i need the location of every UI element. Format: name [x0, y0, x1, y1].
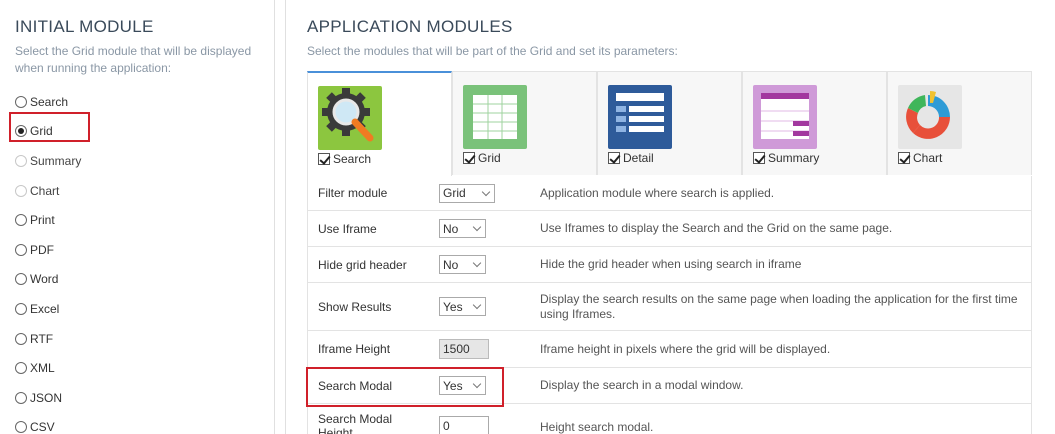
property-description: Display the search results on the same p… — [540, 291, 1018, 321]
application-modules-description: Select the modules that will be part of … — [307, 44, 678, 58]
initial-module-option-excel[interactable]: Excel — [15, 294, 81, 324]
detail-list-icon — [608, 85, 672, 149]
initial-module-option-chart: Chart — [15, 176, 81, 206]
chevron-down-icon — [481, 187, 491, 196]
property-label: Show Results — [318, 299, 392, 314]
radio-label: Search — [30, 94, 69, 109]
radio-label: JSON — [30, 390, 63, 405]
chevron-down-icon — [472, 222, 482, 232]
iframe-height-input[interactable]: 1500 — [439, 339, 489, 359]
radio-label: Summary — [30, 153, 82, 168]
donut-chart-icon — [898, 85, 962, 149]
tab-detail-label[interactable]: Detail — [608, 151, 654, 165]
initial-module-option-csv[interactable]: CSV — [15, 413, 81, 434]
search-module-checkbox[interactable] — [318, 153, 330, 165]
hide-grid-header-select[interactable]: No — [439, 255, 486, 274]
radio-button[interactable] — [15, 421, 27, 434]
detail-module-checkbox[interactable] — [608, 152, 620, 164]
search-modal-height-input[interactable]: 0 — [439, 416, 489, 434]
tab-chart[interactable]: Chart — [887, 71, 1032, 175]
radio-label: XML — [30, 361, 55, 376]
property-description: Iframe height in pixels where the grid w… — [540, 341, 831, 356]
tab-summary-label[interactable]: Summary — [753, 151, 819, 165]
property-row-use-iframe: Use Iframe No Use Iframes to display the… — [307, 211, 1032, 247]
tab-search[interactable]: Search — [307, 71, 452, 176]
property-label: Search Modal Height — [318, 412, 393, 434]
property-row-search-modal-height: Search Modal Height 0 Height search moda… — [307, 404, 1032, 434]
tab-detail[interactable]: Detail — [597, 71, 742, 175]
summary-module-checkbox[interactable] — [753, 152, 765, 164]
radio-label: Chart — [30, 183, 60, 198]
tab-grid[interactable]: Grid — [452, 71, 597, 175]
initial-module-option-summary: Summary — [15, 146, 81, 176]
property-description: Application module where search is appli… — [540, 185, 775, 200]
radio-label: PDF — [30, 242, 54, 257]
module-tabs: Search Grid Detail Summary Chart — [307, 71, 1032, 176]
property-row-iframe-height: Iframe Height 1500 Iframe height in pixe… — [307, 331, 1032, 368]
radio-button — [15, 154, 27, 167]
property-label: Use Iframe — [318, 221, 377, 236]
radio-button[interactable] — [15, 391, 27, 404]
radio-button[interactable] — [15, 243, 27, 256]
search-gear-icon — [318, 86, 382, 150]
initial-module-option-rtf[interactable]: RTF — [15, 324, 81, 354]
search-modal-highlight — [306, 367, 504, 407]
radio-label: Print — [30, 213, 55, 228]
initial-module-option-print[interactable]: Print — [15, 205, 81, 235]
application-modules-title: APPLICATION MODULES — [307, 17, 513, 36]
grid-module-checkbox[interactable] — [463, 152, 475, 164]
tab-grid-label[interactable]: Grid — [463, 151, 501, 165]
show-results-select[interactable]: Yes — [439, 297, 486, 316]
initial-module-option-json[interactable]: JSON — [15, 383, 81, 413]
grid-table-icon — [463, 85, 527, 149]
grid-option-highlight — [9, 112, 90, 142]
use-iframe-select[interactable]: No — [439, 219, 486, 238]
radio-button[interactable] — [15, 273, 27, 286]
radio-label: CSV — [30, 420, 55, 434]
filter-module-select[interactable]: Grid — [439, 183, 495, 203]
radio-button[interactable] — [15, 362, 27, 375]
chevron-down-icon — [472, 300, 482, 310]
radio-button[interactable] — [15, 302, 27, 315]
radio-button[interactable] — [15, 214, 27, 227]
property-description: Hide the grid header when using search i… — [540, 257, 802, 271]
initial-module-title: INITIAL MODULE — [15, 17, 154, 36]
property-row-filter-module: Filter module Grid Application module wh… — [307, 176, 1032, 211]
radio-button — [15, 184, 27, 197]
radio-button[interactable] — [15, 332, 27, 345]
initial-module-option-word[interactable]: Word — [15, 265, 81, 295]
property-description: Display the search in a modal window. — [540, 378, 744, 392]
property-label: Filter module — [318, 186, 388, 200]
property-description: Height search modal. — [540, 420, 654, 434]
property-label: Hide grid header — [318, 257, 407, 272]
initial-module-panel: INITIAL MODULE Select the Grid module th… — [0, 0, 275, 434]
initial-module-option-xml[interactable]: XML — [15, 353, 81, 383]
radio-label: Word — [30, 272, 59, 287]
property-description: Use Iframes to display the Search and th… — [540, 221, 893, 235]
radio-button[interactable] — [15, 95, 27, 108]
initial-module-option-pdf[interactable]: PDF — [15, 235, 81, 265]
chevron-down-icon — [472, 258, 482, 268]
summary-table-icon — [753, 85, 817, 149]
tab-summary[interactable]: Summary — [742, 71, 887, 175]
tab-search-label[interactable]: Search — [318, 152, 371, 166]
property-row-hide-grid-header: Hide grid header No Hide the grid header… — [307, 247, 1032, 283]
property-row-show-results: Show Results Yes Display the search resu… — [307, 283, 1032, 331]
property-label: Iframe Height — [318, 342, 391, 356]
radio-label: RTF — [30, 331, 54, 346]
tab-chart-label[interactable]: Chart — [898, 151, 942, 165]
radio-label: Excel — [30, 301, 60, 316]
chart-module-checkbox[interactable] — [898, 152, 910, 164]
initial-module-description: Select the Grid module that will be disp… — [15, 44, 252, 75]
